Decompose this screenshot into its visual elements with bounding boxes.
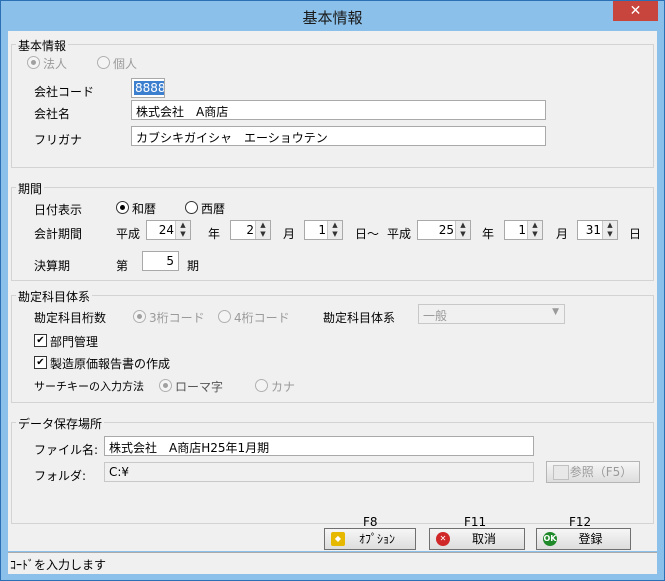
account-system-value: 一般 [423,309,448,323]
browse-button[interactable]: 参照（F5） [546,461,640,483]
storage-group-label: データ保存場所 [16,415,105,432]
corp-radio[interactable] [27,56,40,69]
folder-icon [553,465,569,480]
start-day-unit: 日～ [355,227,380,241]
file-name-input[interactable]: 株式会社 A商店H25年1月期 [104,436,534,456]
start-month-value: 2 [246,223,254,237]
search-key-label: サーチキーの入力方法 [34,380,144,393]
company-name-label: 会社名 [34,107,71,121]
start-month-unit: 月 [283,227,296,241]
dept-checkbox-label: 部門管理 [50,335,99,349]
window-title: 基本情報 [302,9,363,27]
end-year-spinner[interactable]: 25 ▲ ▼ [417,220,471,240]
four-digit-radio[interactable] [218,310,231,323]
digits-label: 勘定科目桁数 [34,311,107,325]
end-day-value: 31 [585,223,601,237]
kana-label: カナ [271,380,296,394]
basic-info-group-label: 基本情報 [16,37,69,54]
settlement-label: 決算期 [34,259,71,273]
start-year-spinner[interactable]: 24 ▲ ▼ [146,220,191,240]
chevron-down-icon: ▼ [552,307,559,317]
end-month-spinner[interactable]: 1 ▲ ▼ [504,220,543,240]
cancel-button-label: 取消 [471,532,496,546]
wareki-label: 和暦 [132,202,157,216]
folder-label: フォルダ: [34,469,87,483]
period-group-label: 期間 [16,180,45,197]
dialog-window: 基本情報 ✕ 基本情報 法人 個人 会社コード 8888 会社名 株式会社 A商… [0,0,665,581]
company-code-input[interactable]: 8888 [131,78,165,98]
spin-arrows-icon[interactable]: ▲ ▼ [327,221,342,239]
cost-report-checkbox-label: 製造原価報告書の作成 [50,357,171,371]
indiv-radio[interactable] [97,56,110,69]
end-day-spinner[interactable]: 31 ▲ ▼ [577,220,618,240]
account-system-select[interactable]: 一般 ▼ [418,304,565,324]
four-digit-label: 4桁コード [234,311,290,325]
start-month-spinner[interactable]: 2 ▲ ▼ [230,220,271,240]
three-digit-label: 3桁コード [149,311,205,325]
dialog-body: 基本情報 法人 個人 会社コード 8888 会社名 株式会社 A商店 フリガナ … [8,31,657,551]
corp-radio-label: 法人 [43,57,68,71]
register-key-hint: F12 [569,515,592,529]
company-code-value: 8888 [134,81,165,95]
settlement-prefix: 第 [116,259,129,273]
furigana-input[interactable]: カブシキガイシャ エーショウテン [131,126,546,146]
start-year-unit: 年 [208,227,221,241]
romaji-label: ローマ字 [175,380,224,394]
settlement-suffix: 期 [187,259,200,273]
status-text: ｺｰﾄﾞを入力します [10,558,107,572]
cancel-button[interactable]: ✕ 取消 [429,528,525,550]
end-year-value: 25 [438,223,454,237]
date-display-label: 日付表示 [34,203,83,217]
end-year-unit: 年 [482,227,495,241]
indiv-radio-label: 個人 [113,57,138,71]
file-name-label: ファイル名: [34,443,99,457]
folder-input[interactable]: C:¥ [104,462,534,482]
company-code-label: 会社コード [34,85,95,99]
start-day-value: 1 [318,223,326,237]
title-bar[interactable]: 基本情報 ✕ [1,1,664,31]
start-year-value: 24 [158,223,174,237]
settlement-input[interactable]: 5 [142,251,179,271]
end-month-value: 1 [518,223,526,237]
company-name-input[interactable]: 株式会社 A商店 [131,100,546,120]
end-month-unit: 月 [556,227,569,241]
end-era-label: 平成 [387,227,412,241]
spin-arrows-icon[interactable]: ▲ ▼ [175,221,190,239]
option-key-hint: F8 [363,515,378,529]
start-day-spinner[interactable]: 1 ▲ ▼ [304,220,343,240]
wareki-radio[interactable] [116,201,129,214]
spin-arrows-icon[interactable]: ▲ ▼ [255,221,270,239]
option-button-label: ｵﾌﾟｼｮﾝ [358,532,395,546]
close-button[interactable]: ✕ [613,1,658,21]
cancel-key-hint: F11 [464,515,487,529]
romaji-radio[interactable] [159,379,172,392]
furigana-label: フリガナ [34,133,83,147]
register-button[interactable]: OK 登録 [536,528,631,550]
start-era-label: 平成 [116,227,141,241]
cost-report-checkbox[interactable]: ✔ [34,356,47,369]
kana-radio[interactable] [255,379,268,392]
seireki-label: 西暦 [201,202,226,216]
accounts-group-label: 勘定科目体系 [16,288,93,305]
ok-icon: OK [543,532,557,546]
spin-arrows-icon[interactable]: ▲ ▼ [602,221,617,239]
seireki-radio[interactable] [185,201,198,214]
end-day-unit: 日 [629,227,642,241]
cancel-icon: ✕ [436,532,450,546]
account-system-label: 勘定科目体系 [323,311,396,325]
register-button-label: 登録 [578,532,603,546]
spin-arrows-icon[interactable]: ▲ ▼ [455,221,470,239]
option-button[interactable]: ◆ ｵﾌﾟｼｮﾝ [324,528,416,550]
spin-arrows-icon[interactable]: ▲ ▼ [527,221,542,239]
term-label: 会計期間 [34,227,83,241]
dept-checkbox[interactable]: ✔ [34,334,47,347]
three-digit-radio[interactable] [133,310,146,323]
status-bar: ｺｰﾄﾞを入力します [8,552,657,574]
option-icon: ◆ [331,532,345,546]
